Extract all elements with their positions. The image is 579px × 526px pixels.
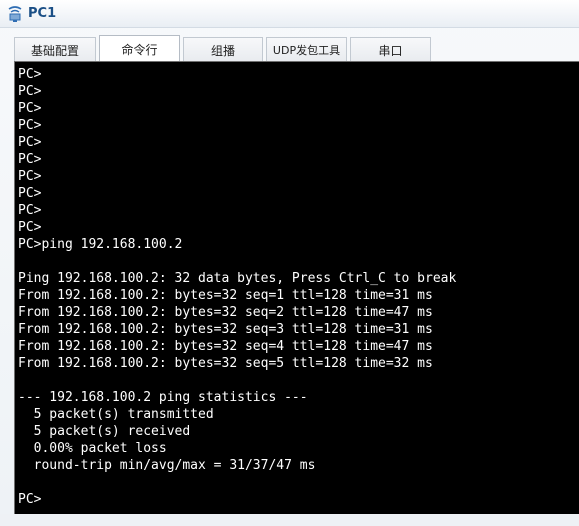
terminal-line: PC> [18, 101, 42, 116]
terminal-line: PC> [18, 492, 42, 507]
terminal-line: PC> [18, 67, 42, 82]
terminal-line: round-trip min/avg/max = 31/37/47 ms [18, 458, 316, 473]
terminal-line: PC> [18, 186, 42, 201]
terminal-line: PC> [18, 169, 42, 184]
terminal-line: PC> [18, 118, 42, 133]
title-bar: PC1 [0, 0, 579, 28]
tab-label: 命令行 [121, 42, 158, 57]
tab-label: 基础配置 [30, 43, 79, 58]
terminal-line: From 192.168.100.2: bytes=32 seq=1 ttl=1… [18, 288, 433, 303]
tab-udp-tool[interactable]: UDP发包工具 [266, 37, 347, 62]
terminal-line: Ping 192.168.100.2: 32 data bytes, Press… [18, 271, 457, 286]
terminal-line: PC> [18, 220, 42, 235]
tab-label: UDP发包工具 [272, 44, 341, 57]
app-window: PC1 基础配置 命令行 组播 UDP发包工具 串口 PC> PC> PC> P… [0, 0, 579, 526]
terminal-line: 5 packet(s) transmitted [18, 407, 214, 422]
window-title: PC1 [28, 6, 57, 21]
terminal-line: From 192.168.100.2: bytes=32 seq=3 ttl=1… [18, 322, 433, 337]
terminal-line: PC> [18, 203, 42, 218]
terminal-line: 0.00% packet loss [18, 441, 167, 456]
window-bottom-edge [0, 514, 579, 526]
terminal-line: From 192.168.100.2: bytes=32 seq=4 ttl=1… [18, 339, 433, 354]
tab-label: 串口 [378, 43, 403, 58]
tab-basic-config[interactable]: 基础配置 [14, 37, 96, 62]
tab-label: 组播 [210, 43, 235, 58]
terminal-line: PC> [18, 135, 42, 150]
terminal-line: 5 packet(s) received [18, 424, 191, 439]
terminal-line: PC> [18, 152, 42, 167]
tab-multicast[interactable]: 组播 [183, 37, 263, 62]
tab-bar: 基础配置 命令行 组播 UDP发包工具 串口 [14, 35, 434, 62]
network-pc-icon [6, 5, 24, 23]
tab-command-line[interactable]: 命令行 [99, 35, 180, 62]
terminal-line: PC> [18, 84, 42, 99]
terminal-line: --- 192.168.100.2 ping statistics --- [18, 390, 308, 405]
terminal-line: PC>ping 192.168.100.2 [18, 237, 183, 252]
command-terminal[interactable]: PC> PC> PC> PC> PC> PC> PC> PC> PC> PC> … [14, 61, 579, 514]
terminal-output: PC> PC> PC> PC> PC> PC> PC> PC> PC> PC> … [15, 62, 579, 508]
tab-serial-port[interactable]: 串口 [350, 37, 431, 62]
terminal-line: From 192.168.100.2: bytes=32 seq=5 ttl=1… [18, 356, 433, 371]
terminal-line: From 192.168.100.2: bytes=32 seq=2 ttl=1… [18, 305, 433, 320]
